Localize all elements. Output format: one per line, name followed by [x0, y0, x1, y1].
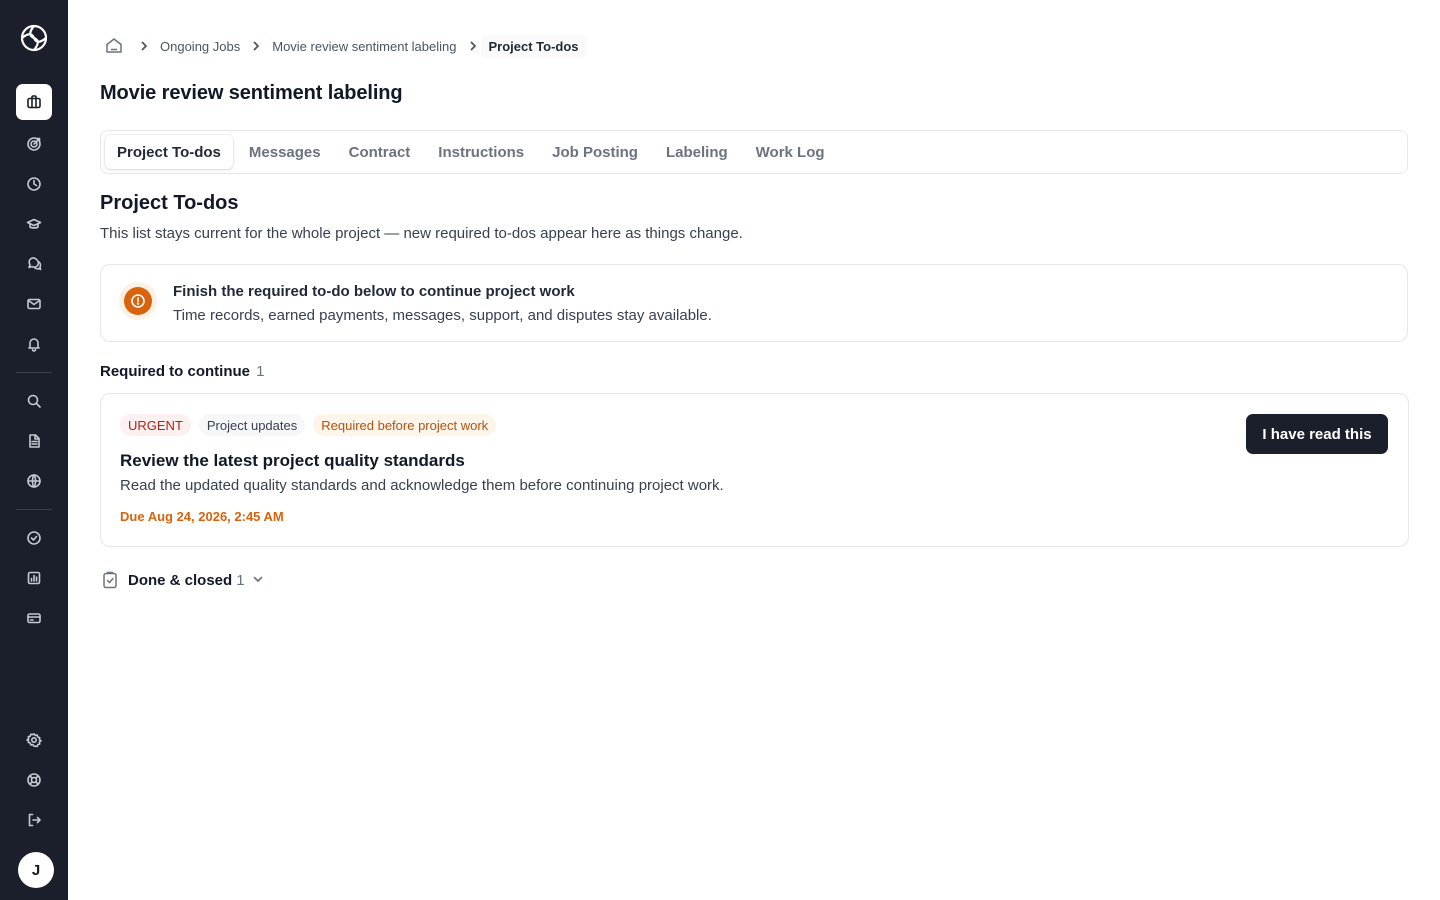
- required-section-heading: Required to continue 1: [100, 363, 265, 380]
- required-count: 1: [256, 363, 265, 380]
- tab-instructions[interactable]: Instructions: [424, 135, 538, 169]
- tab-messages[interactable]: Messages: [235, 135, 335, 169]
- alert-title: Finish the required to-do below to conti…: [173, 283, 575, 300]
- breadcrumb-home[interactable]: [100, 34, 128, 58]
- document-icon: [29, 434, 40, 448]
- required-heading-label: Required to continue: [100, 363, 250, 380]
- sidebar-item-payments[interactable]: [16, 600, 52, 636]
- done-closed-toggle[interactable]: Done & closed 1: [100, 568, 267, 592]
- target-icon: [27, 137, 41, 151]
- sidebar-item-help[interactable]: [16, 762, 52, 798]
- category-badge: Project updates: [198, 414, 306, 436]
- acknowledge-button[interactable]: I have read this: [1246, 414, 1388, 454]
- chevron-right-icon: [240, 34, 272, 58]
- sidebar-item-learning[interactable]: [16, 206, 52, 242]
- sidebar-item-notifications[interactable]: [16, 326, 52, 362]
- user-avatar[interactable]: J: [18, 852, 54, 888]
- todo-description: Read the updated quality standards and a…: [120, 477, 724, 494]
- sidebar-item-jobs[interactable]: [16, 84, 52, 120]
- graduation-cap-icon: [26, 218, 42, 229]
- tab-bar: Project To-dos Messages Contract Instruc…: [100, 130, 1408, 174]
- alert-icon-wrapper: [119, 282, 157, 320]
- sidebar-divider: [16, 372, 52, 373]
- sidebar-item-search[interactable]: [16, 383, 52, 419]
- sidebar-item-goals[interactable]: [16, 126, 52, 162]
- briefcase-icon: [27, 95, 41, 109]
- breadcrumb-job[interactable]: Movie review sentiment labeling: [272, 39, 456, 54]
- breadcrumb-current: Project To-dos: [480, 34, 587, 58]
- check-circle-icon: [27, 531, 41, 545]
- page-title: Movie review sentiment labeling: [100, 82, 403, 104]
- chevron-down-icon: [251, 572, 267, 588]
- sidebar-item-logout[interactable]: [16, 802, 52, 838]
- sidebar-divider: [16, 509, 52, 510]
- lifebuoy-icon: [27, 773, 41, 787]
- tab-work-log[interactable]: Work Log: [742, 135, 839, 169]
- globe-icon: [27, 474, 41, 488]
- chevron-right-icon: [128, 34, 160, 58]
- requirement-badge: Required before project work: [313, 414, 497, 436]
- alert-subtitle: Time records, earned payments, messages,…: [173, 307, 712, 324]
- app-logo-icon[interactable]: [20, 24, 48, 52]
- breadcrumb-ongoing-jobs[interactable]: Ongoing Jobs: [160, 39, 240, 54]
- clipboard-check-icon: [100, 570, 120, 590]
- sidebar-item-messages[interactable]: [16, 286, 52, 322]
- tab-project-todos[interactable]: Project To-dos: [105, 135, 233, 169]
- alert-circle-icon: [124, 287, 152, 315]
- required-todo-alert: Finish the required to-do below to conti…: [100, 264, 1408, 342]
- sidebar-item-discussions[interactable]: [16, 246, 52, 282]
- sidebar: J: [0, 0, 68, 900]
- sidebar-item-completed[interactable]: [16, 520, 52, 556]
- home-icon: [106, 38, 122, 53]
- chat-bubbles-icon: [28, 257, 42, 271]
- mail-icon: [27, 298, 41, 310]
- todo-due-date: Due Aug 24, 2026, 2:45 AM: [120, 509, 284, 524]
- tab-job-posting[interactable]: Job Posting: [538, 135, 652, 169]
- done-closed-count: 1: [236, 571, 245, 589]
- section-title: Project To-dos: [100, 192, 239, 214]
- priority-badge: URGENT: [120, 414, 191, 436]
- bell-icon: [28, 338, 40, 352]
- breadcrumb: Ongoing Jobs Movie review sentiment labe…: [100, 34, 587, 58]
- logout-icon: [28, 813, 41, 827]
- clock-icon: [27, 177, 41, 191]
- done-closed-label: Done & closed: [128, 571, 233, 589]
- todo-title: Review the latest project quality standa…: [120, 451, 465, 470]
- sidebar-item-settings[interactable]: [16, 722, 52, 758]
- bar-chart-icon: [27, 571, 41, 585]
- sidebar-item-history[interactable]: [16, 166, 52, 202]
- section-description: This list stays current for the whole pr…: [100, 225, 743, 242]
- tab-labeling[interactable]: Labeling: [652, 135, 742, 169]
- sidebar-item-explore[interactable]: [16, 463, 52, 499]
- gear-icon: [26, 733, 42, 748]
- sidebar-item-documents[interactable]: [16, 423, 52, 459]
- sidebar-item-analytics[interactable]: [16, 560, 52, 596]
- tab-contract[interactable]: Contract: [335, 135, 425, 169]
- search-icon: [27, 394, 41, 408]
- todo-card: URGENT Project updates Required before p…: [100, 393, 1409, 547]
- credit-card-icon: [27, 613, 41, 624]
- todo-badges: URGENT Project updates Required before p…: [120, 414, 497, 436]
